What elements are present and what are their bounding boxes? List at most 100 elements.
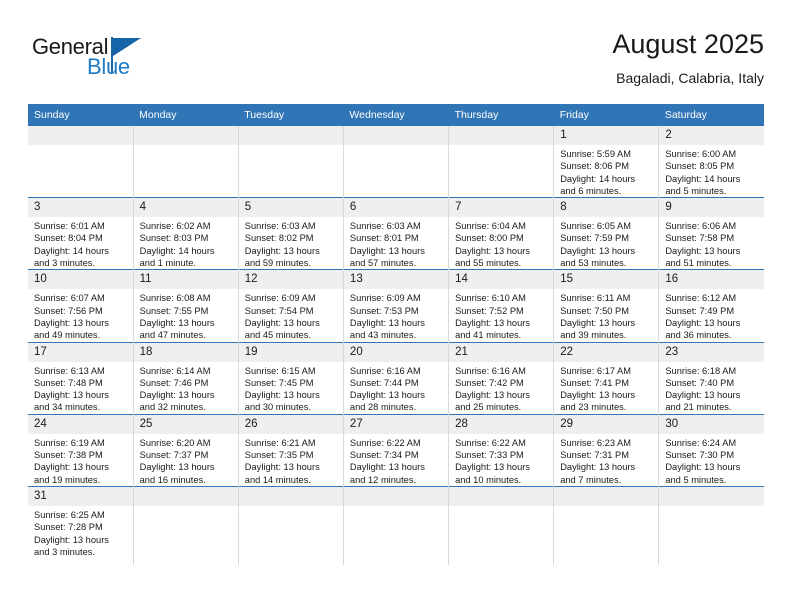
column-header-monday: Monday: [133, 104, 239, 126]
day-cell[interactable]: 6 Sunrise: 6:03 AM Sunset: 8:01 PM Dayli…: [343, 197, 450, 270]
day-cell[interactable]: 15 Sunrise: 6:11 AM Sunset: 7:50 PM Dayl…: [553, 269, 660, 343]
day-cell[interactable]: [343, 485, 450, 565]
day-cell[interactable]: [343, 126, 450, 198]
daylight-text-line2: and 3 minutes.: [34, 546, 95, 557]
day-cell[interactable]: [133, 126, 239, 198]
day-cell[interactable]: [448, 485, 555, 565]
day-cell[interactable]: 17 Sunrise: 6:13 AM Sunset: 7:48 PM Dayl…: [28, 341, 134, 415]
daylight-text-line1: Daylight: 13 hours: [665, 245, 741, 256]
day-number: 25: [133, 414, 238, 434]
sunrise-text: Sunrise: 6:17 AM: [560, 365, 632, 376]
day-cell[interactable]: 27 Sunrise: 6:22 AM Sunset: 7:34 PM Dayl…: [343, 413, 450, 487]
day-info: Sunrise: 6:09 AM Sunset: 7:54 PM Dayligh…: [239, 289, 343, 341]
day-cell[interactable]: 5 Sunrise: 6:03 AM Sunset: 8:02 PM Dayli…: [238, 197, 344, 270]
daylight-text-line1: Daylight: 13 hours: [34, 317, 109, 328]
column-header-saturday: Saturday: [658, 104, 764, 126]
day-info: [134, 145, 238, 148]
daylight-text-line1: Daylight: 13 hours: [244, 390, 320, 401]
day-cell[interactable]: [448, 126, 555, 198]
day-cell[interactable]: [133, 485, 239, 565]
sunset-text: Sunset: 7:49 PM: [665, 305, 735, 316]
daylight-text-line1: Daylight: 14 hours: [560, 173, 636, 184]
day-info: Sunrise: 6:09 AM Sunset: 7:53 PM Dayligh…: [344, 289, 448, 341]
day-number: 7: [449, 198, 554, 218]
daylight-text-line2: and 30 minutes.: [244, 402, 311, 413]
day-cell[interactable]: 3 Sunrise: 6:01 AM Sunset: 8:04 PM Dayli…: [28, 197, 134, 270]
daylight-text-line2: and 5 minutes.: [665, 474, 727, 485]
day-cell[interactable]: [238, 485, 344, 565]
day-number: 26: [238, 414, 343, 434]
calendar-page: General Blue August 2025 Bagaladi, Calab…: [0, 0, 792, 612]
sunrise-text: Sunrise: 6:18 AM: [665, 365, 737, 376]
day-cell[interactable]: 10 Sunrise: 6:07 AM Sunset: 7:56 PM Dayl…: [28, 269, 134, 343]
daylight-text-line1: Daylight: 14 hours: [139, 245, 215, 256]
day-cell[interactable]: 29 Sunrise: 6:23 AM Sunset: 7:31 PM Dayl…: [553, 413, 660, 487]
day-cell[interactable]: 30 Sunrise: 6:24 AM Sunset: 7:30 PM Dayl…: [658, 413, 764, 487]
day-cell[interactable]: 28 Sunrise: 6:22 AM Sunset: 7:33 PM Dayl…: [448, 413, 555, 487]
day-cell[interactable]: [658, 485, 764, 565]
day-cell[interactable]: 13 Sunrise: 6:09 AM Sunset: 7:53 PM Dayl…: [343, 269, 450, 343]
calendar-week-row: 10 Sunrise: 6:07 AM Sunset: 7:56 PM Dayl…: [28, 269, 764, 343]
day-cell[interactable]: 9 Sunrise: 6:06 AM Sunset: 7:58 PM Dayli…: [658, 197, 764, 270]
day-cell[interactable]: 19 Sunrise: 6:15 AM Sunset: 7:45 PM Dayl…: [238, 341, 344, 415]
day-cell[interactable]: 12 Sunrise: 6:09 AM Sunset: 7:54 PM Dayl…: [238, 269, 344, 343]
daylight-text-line2: and 14 minutes.: [244, 474, 311, 485]
daylight-text-line2: and 25 minutes.: [455, 402, 522, 413]
day-info: [449, 506, 553, 509]
daylight-text-line2: and 5 minutes.: [665, 185, 727, 196]
day-info: Sunrise: 6:08 AM Sunset: 7:55 PM Dayligh…: [134, 289, 238, 341]
day-info: [344, 145, 448, 148]
generalblue-logo[interactable]: General Blue: [32, 34, 202, 90]
daylight-text-line1: Daylight: 13 hours: [244, 462, 320, 473]
sunset-text: Sunset: 7:58 PM: [665, 233, 735, 244]
sunset-text: Sunset: 7:31 PM: [560, 450, 629, 461]
sunrise-text: Sunrise: 6:20 AM: [139, 437, 211, 448]
page-subtitle: Bagaladi, Calabria, Italy: [616, 70, 764, 86]
day-cell[interactable]: [238, 126, 344, 198]
sunset-text: Sunset: 8:06 PM: [560, 161, 629, 172]
day-cell[interactable]: 18 Sunrise: 6:14 AM Sunset: 7:46 PM Dayl…: [133, 341, 239, 415]
day-cell[interactable]: 31 Sunrise: 6:25 AM Sunset: 7:28 PM Dayl…: [28, 485, 134, 565]
sunrise-text: Sunrise: 6:05 AM: [560, 221, 632, 232]
daylight-text-line2: and 23 minutes.: [560, 402, 627, 413]
sunset-text: Sunset: 7:40 PM: [665, 377, 735, 388]
day-number: 22: [554, 342, 659, 362]
daylight-text-line1: Daylight: 13 hours: [139, 462, 215, 473]
day-cell[interactable]: 25 Sunrise: 6:20 AM Sunset: 7:37 PM Dayl…: [133, 413, 239, 487]
daylight-text-line1: Daylight: 13 hours: [139, 390, 215, 401]
day-cell[interactable]: 4 Sunrise: 6:02 AM Sunset: 8:03 PM Dayli…: [133, 197, 239, 270]
day-cell[interactable]: 26 Sunrise: 6:21 AM Sunset: 7:35 PM Dayl…: [238, 413, 344, 487]
day-cell[interactable]: 14 Sunrise: 6:10 AM Sunset: 7:52 PM Dayl…: [448, 269, 555, 343]
daylight-text-line2: and 36 minutes.: [665, 330, 732, 341]
day-cell[interactable]: 8 Sunrise: 6:05 AM Sunset: 7:59 PM Dayli…: [553, 197, 660, 270]
day-cell[interactable]: 22 Sunrise: 6:17 AM Sunset: 7:41 PM Dayl…: [553, 341, 660, 415]
day-cell[interactable]: [28, 126, 134, 198]
day-number: 19: [238, 342, 343, 362]
sunrise-text: Sunrise: 6:23 AM: [560, 437, 632, 448]
sunrise-text: Sunrise: 6:12 AM: [665, 293, 737, 304]
day-cell[interactable]: [553, 485, 660, 565]
daylight-text-line2: and 57 minutes.: [349, 258, 417, 269]
day-cell[interactable]: 21 Sunrise: 6:16 AM Sunset: 7:42 PM Dayl…: [448, 341, 555, 415]
page-header: General Blue August 2025 Bagaladi, Calab…: [28, 28, 764, 96]
daylight-text-line2: and 19 minutes.: [34, 474, 101, 485]
day-cell[interactable]: 16 Sunrise: 6:12 AM Sunset: 7:49 PM Dayl…: [658, 269, 764, 343]
sunset-text: Sunset: 7:28 PM: [34, 522, 103, 533]
sunset-text: Sunset: 7:41 PM: [560, 377, 629, 388]
sunrise-text: Sunrise: 6:25 AM: [34, 509, 105, 520]
day-cell[interactable]: 23 Sunrise: 6:18 AM Sunset: 7:40 PM Dayl…: [658, 341, 764, 415]
daylight-text-line2: and 3 minutes.: [34, 258, 95, 269]
day-cell[interactable]: 11 Sunrise: 6:08 AM Sunset: 7:55 PM Dayl…: [133, 269, 239, 343]
daylight-text-line2: and 45 minutes.: [244, 330, 311, 341]
column-header-tuesday: Tuesday: [238, 104, 344, 126]
daylight-text-line1: Daylight: 13 hours: [665, 317, 741, 328]
day-cell[interactable]: 24 Sunrise: 6:19 AM Sunset: 7:38 PM Dayl…: [28, 413, 134, 487]
day-cell[interactable]: 20 Sunrise: 6:16 AM Sunset: 7:44 PM Dayl…: [343, 341, 450, 415]
daylight-text-line1: Daylight: 13 hours: [560, 390, 636, 401]
day-cell[interactable]: 7 Sunrise: 6:04 AM Sunset: 8:00 PM Dayli…: [448, 197, 555, 270]
day-info: Sunrise: 6:21 AM Sunset: 7:35 PM Dayligh…: [239, 434, 343, 486]
column-header-wednesday: Wednesday: [343, 104, 449, 126]
day-cell[interactable]: 1 Sunrise: 5:59 AM Sunset: 8:06 PM Dayli…: [553, 126, 660, 198]
sunset-text: Sunset: 7:34 PM: [349, 450, 419, 461]
day-cell[interactable]: 2 Sunrise: 6:00 AM Sunset: 8:05 PM Dayli…: [658, 126, 764, 198]
